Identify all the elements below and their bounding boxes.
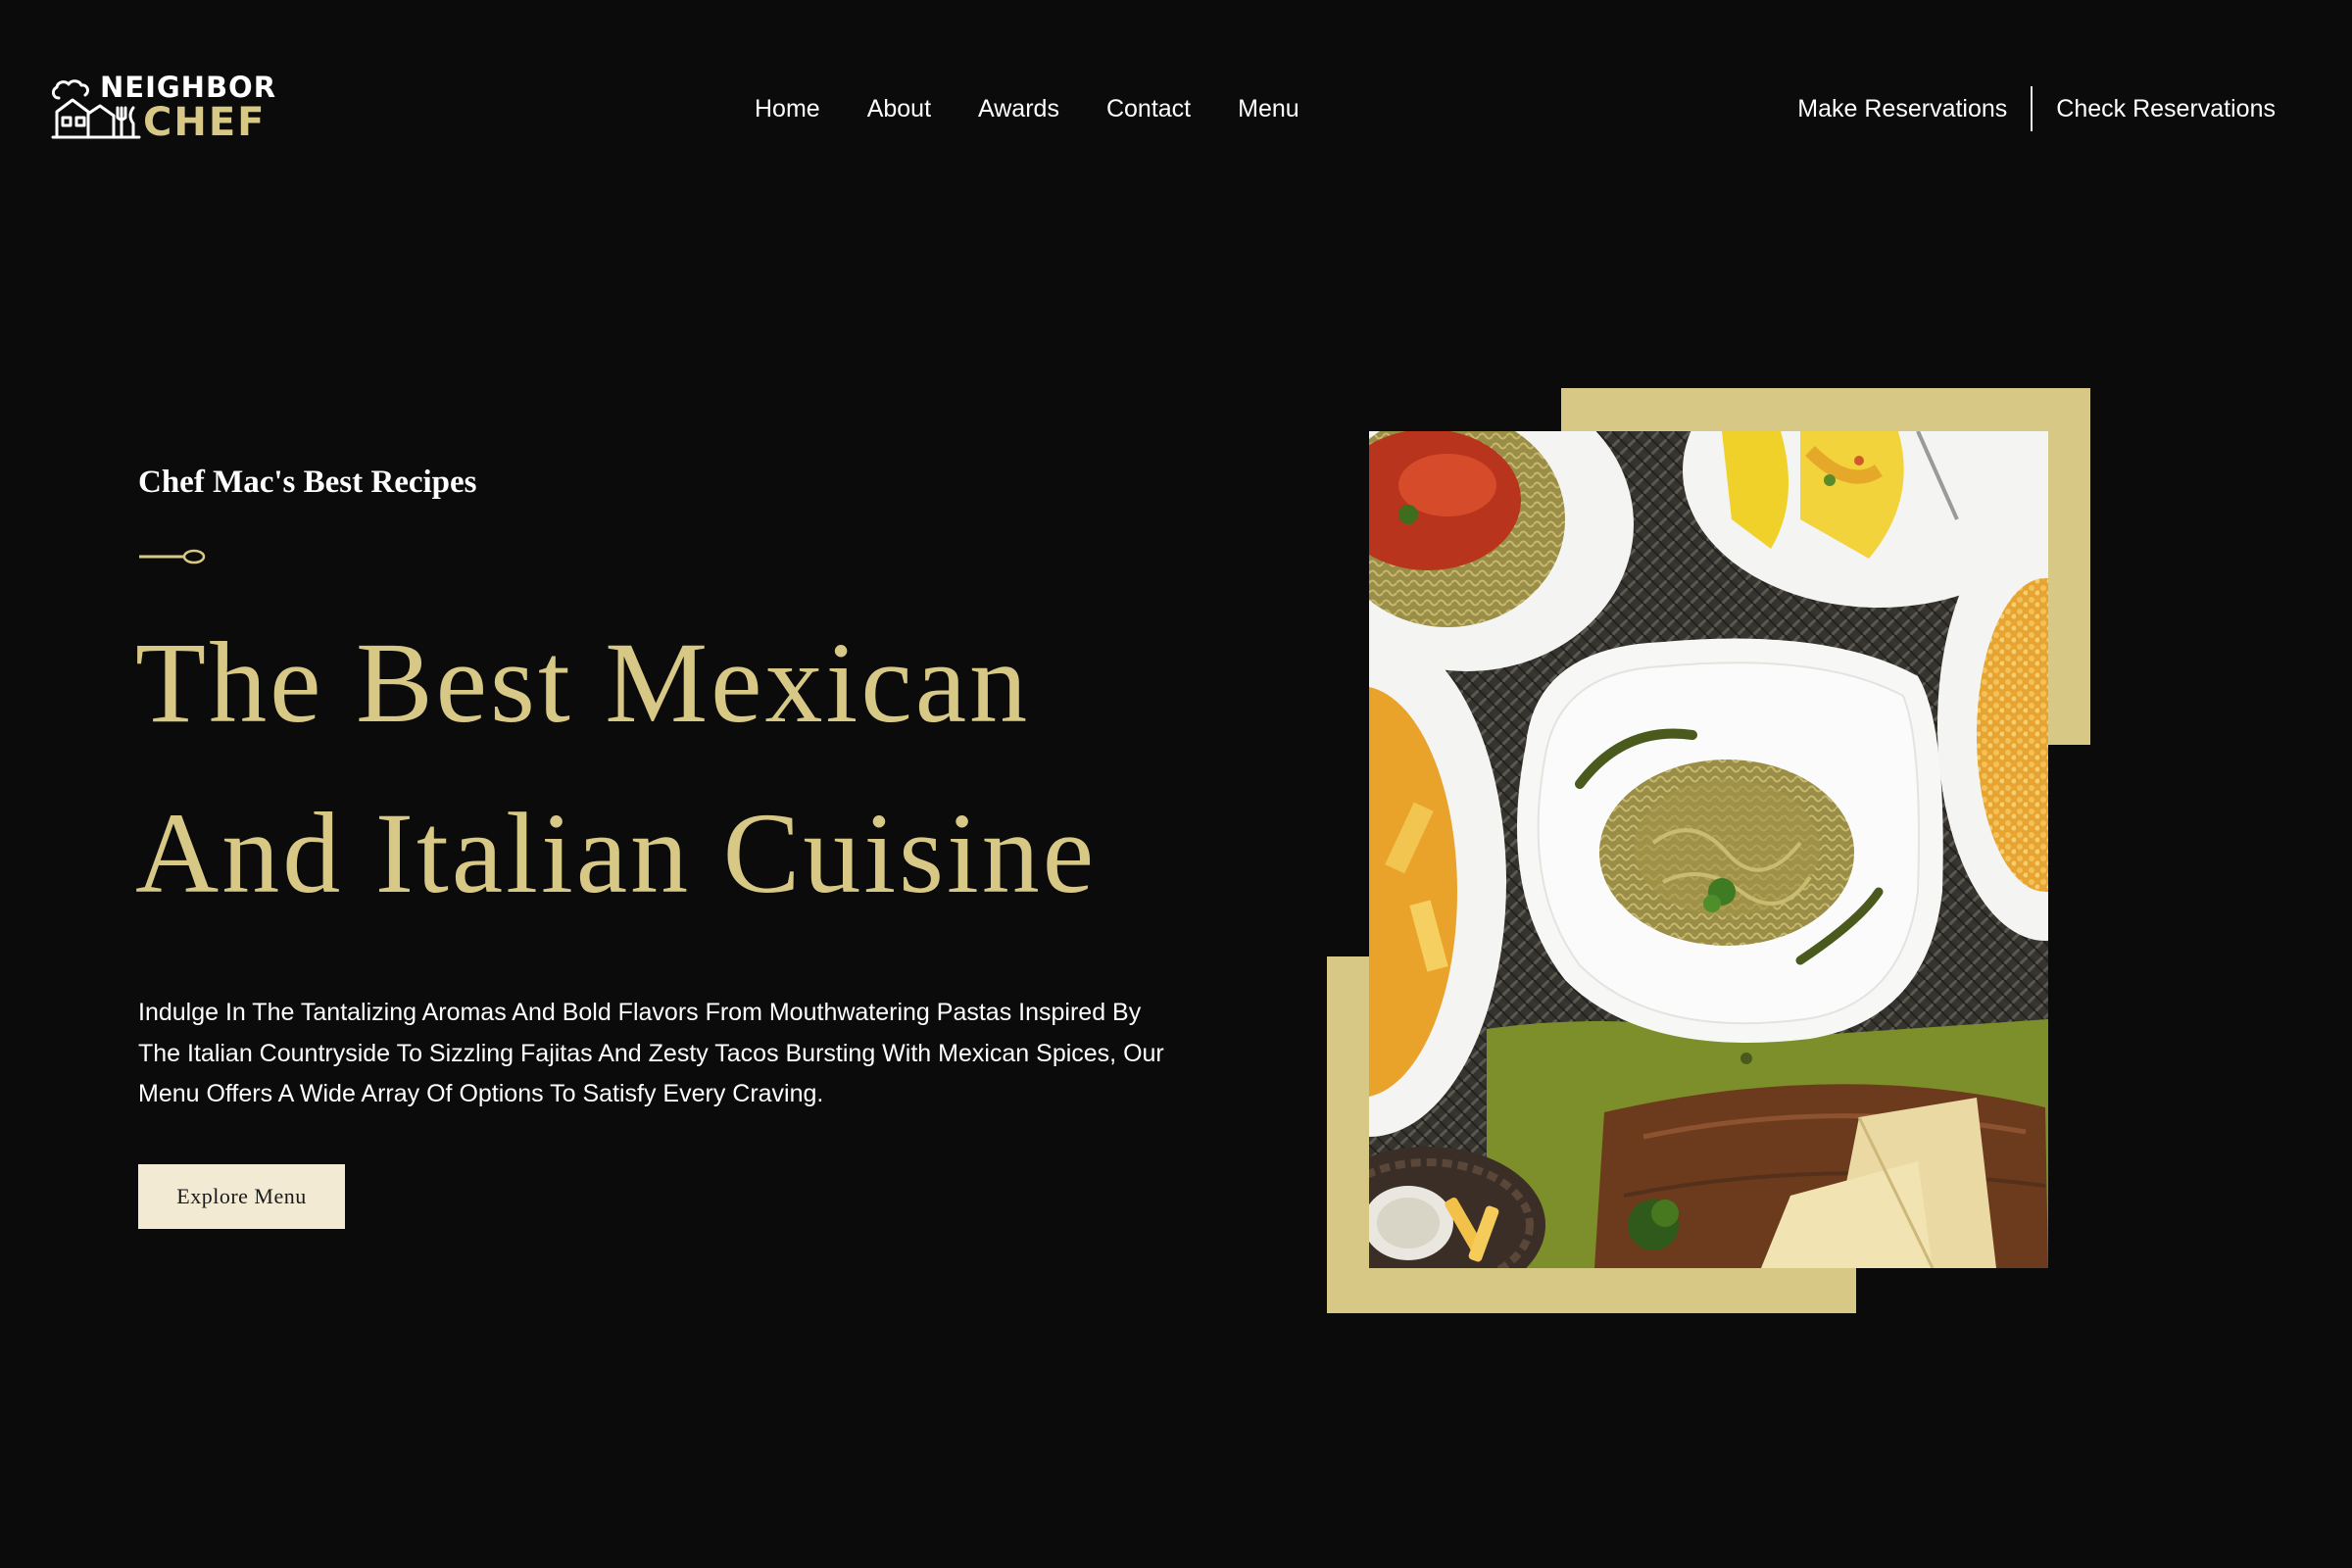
nav-home-link[interactable]: Home (731, 90, 844, 127)
headline-line-2: And Italian Cuisine (135, 789, 1098, 917)
brand-name-line1: NEIGHBOR (100, 71, 277, 104)
headline-line-1: The Best Mexican (135, 618, 1031, 747)
food-photo (1369, 431, 2048, 1268)
hero-headline: The Best Mexican And Italian Cuisine (135, 598, 1311, 939)
nav-about-link[interactable]: About (844, 90, 955, 127)
explore-menu-button[interactable]: Explore Menu (138, 1164, 345, 1229)
check-reservations-link[interactable]: Check Reservations (2033, 86, 2299, 131)
nav-awards-link[interactable]: Awards (955, 90, 1083, 127)
hero-description: Indulge In The Tantalizing Aromas And Bo… (138, 999, 1164, 1107)
spoon-icon (139, 549, 206, 564)
main-nav: Home About Awards Contact Menu (731, 90, 1323, 127)
reservation-links: Make Reservations Check Reservations (1774, 86, 2299, 131)
hero-subtitle: Chef Mac's Best Recipes (138, 465, 477, 500)
brand-name-line2: CHEF (143, 100, 267, 145)
food-illustration (1369, 431, 2048, 1268)
make-reservations-link[interactable]: Make Reservations (1774, 86, 2031, 131)
nav-contact-link[interactable]: Contact (1083, 90, 1214, 127)
brand-logo[interactable]: NEIGHBOR CHEF (49, 71, 275, 145)
nav-menu-link[interactable]: Menu (1214, 90, 1323, 127)
